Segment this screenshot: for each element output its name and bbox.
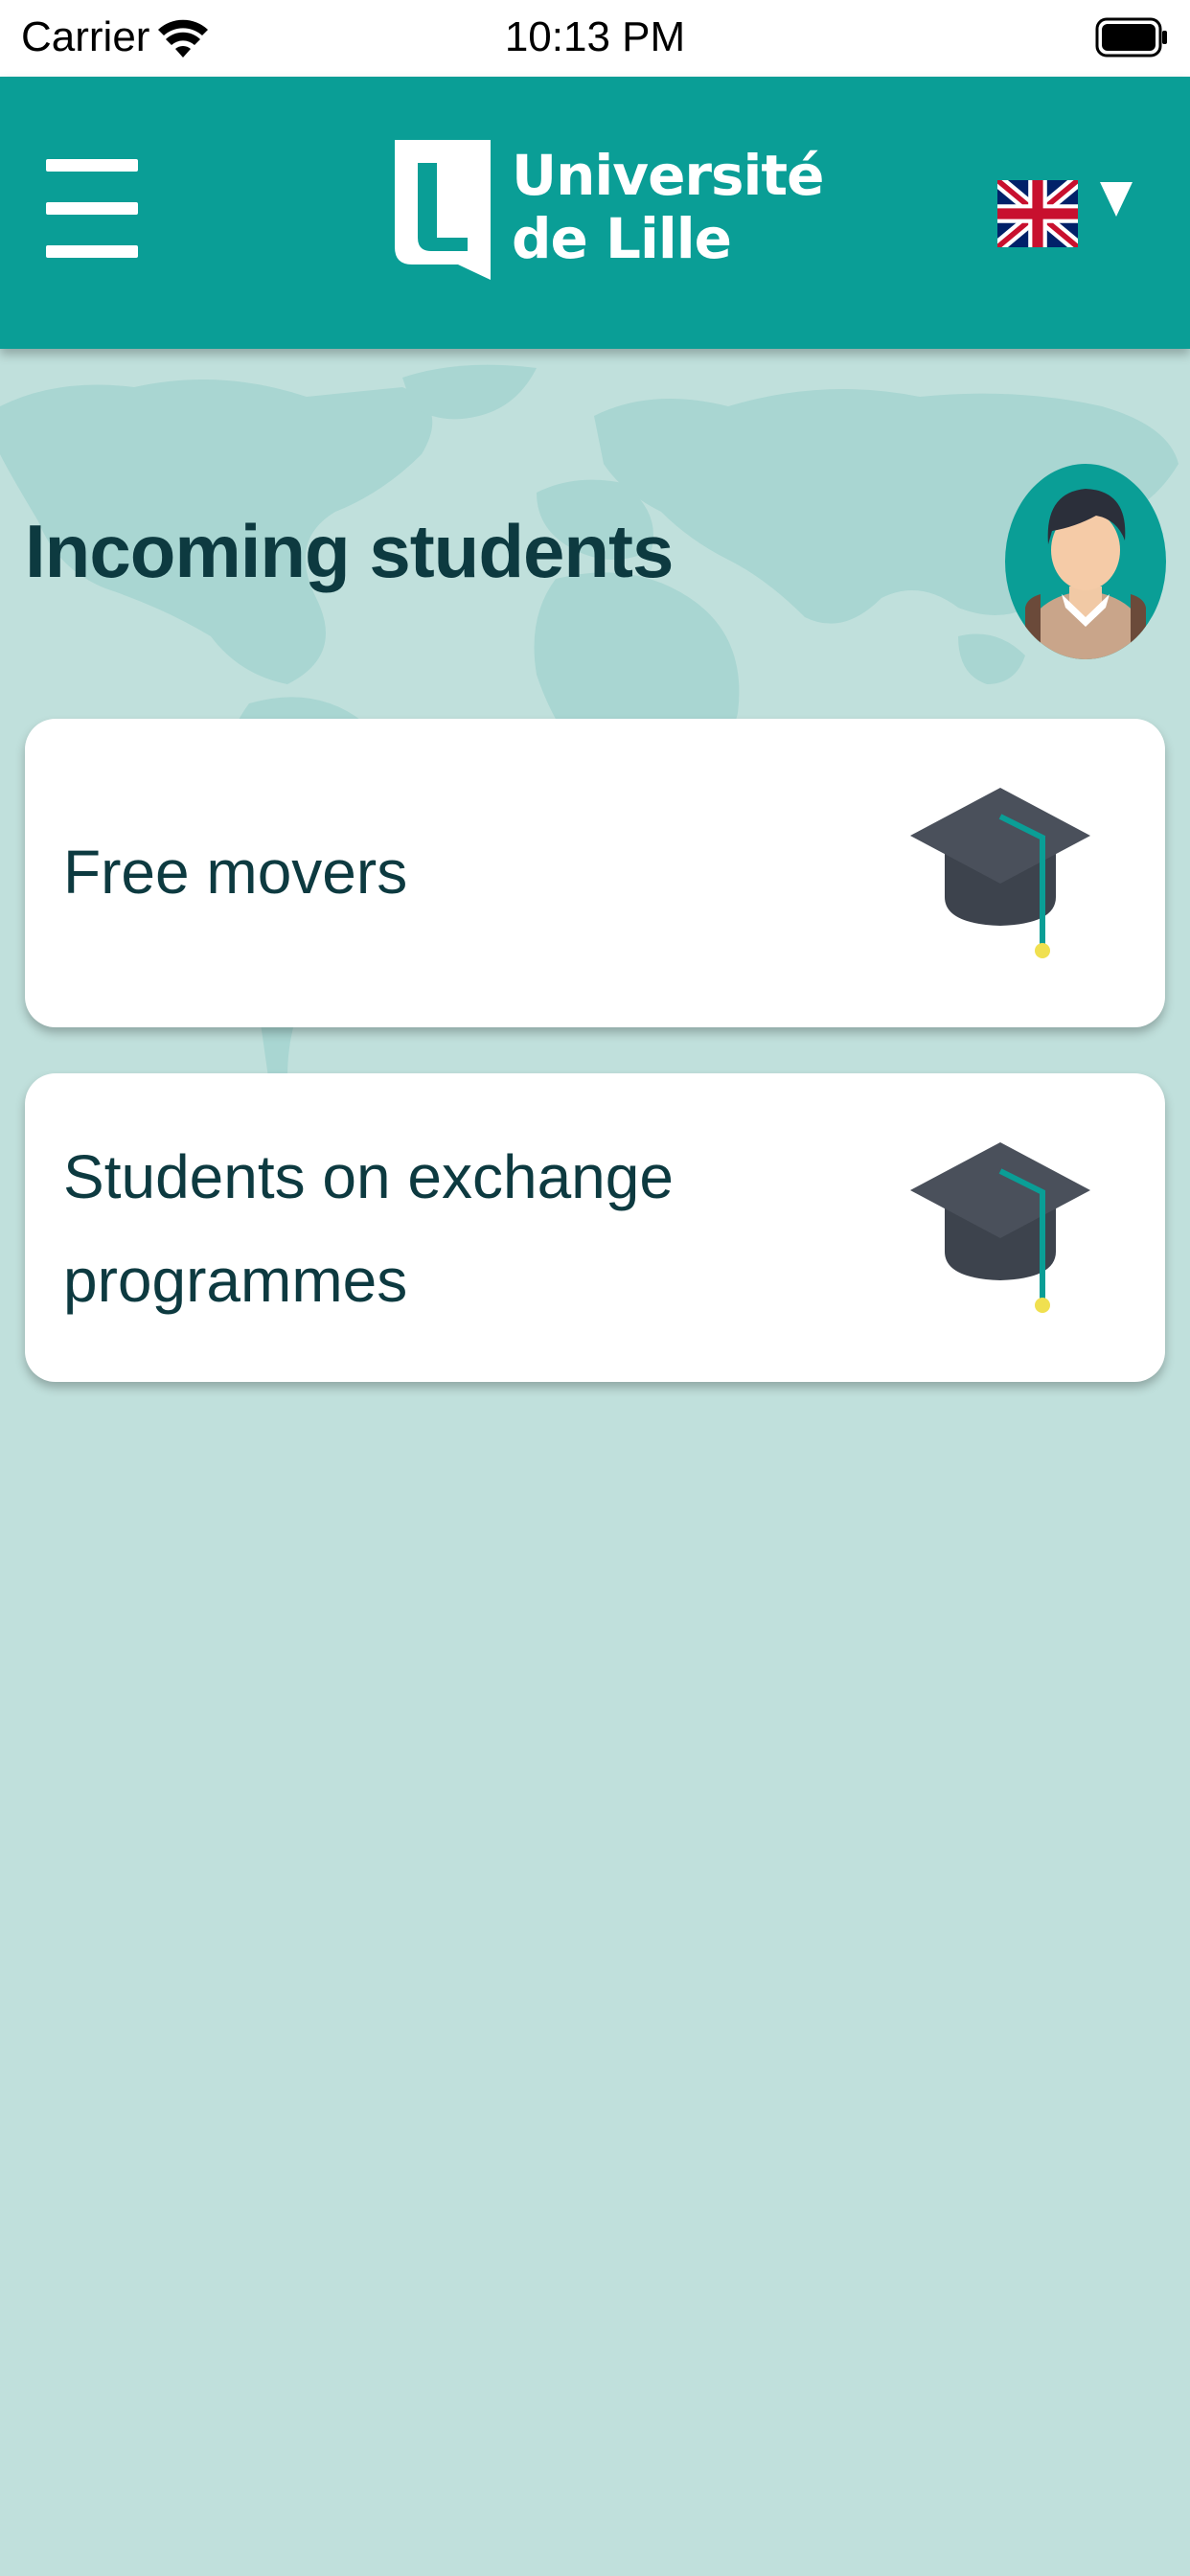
page-title: Incoming students [25,509,674,593]
hamburger-menu-icon[interactable] [46,159,138,259]
logo-line-1: Université [512,143,824,208]
logo-text: Université de Lille [512,143,824,271]
exchange-label-line-2: programmes [63,1246,408,1315]
app-header: Université de Lille [0,77,1190,349]
logo-line-2: de Lille [512,206,732,271]
graduation-cap-icon [910,1142,1090,1313]
status-bar: Carrier 10:13 PM [0,0,1190,77]
student-avatar-icon [1005,464,1166,659]
graduation-cap-icon [910,788,1090,958]
exchange-label-line-1: Students on exchange [63,1142,674,1211]
status-time: 10:13 PM [504,13,686,60]
uk-flag-icon[interactable] [997,180,1078,247]
university-logo: Université de Lille [391,138,824,291]
logo-mark-icon [395,140,491,280]
free-movers-card[interactable]: Free movers [25,719,1165,1027]
free-movers-label: Free movers [63,838,408,907]
exchange-programmes-card[interactable]: Students on exchange programmes [25,1073,1165,1382]
exchange-programmes-label: Students on exchange programmes [63,1125,830,1332]
battery-icon [1095,17,1167,58]
chevron-down-icon[interactable] [1098,180,1134,218]
